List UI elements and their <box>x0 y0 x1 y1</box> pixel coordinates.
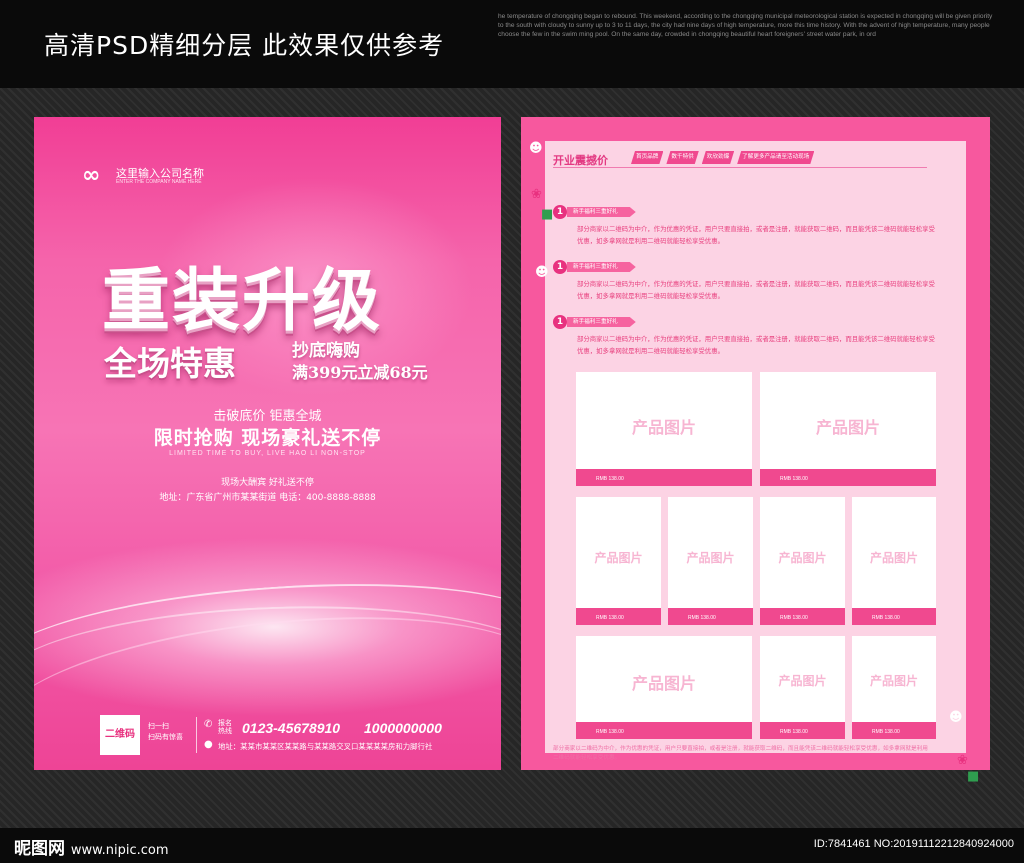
product-image-label: 产品图片 <box>869 674 918 688</box>
scan-line-2: 扫码有惊喜 <box>148 733 183 741</box>
subheadline: 全场特惠 <box>104 344 236 383</box>
qr-code: 二维码 <box>100 715 140 755</box>
product-card: 产品图片 RMB 138.00 <box>852 636 936 739</box>
product-card: 产品图片 RMB 138.00 <box>576 636 752 739</box>
product-price-bar: RMB 138.00 <box>760 722 845 739</box>
gift-icon: ❀ <box>957 753 968 768</box>
right-poster: 开业震撼价 首页品牌 数千特供 欢欣劲爆 了解更多产品请至活动现场 1 新手福利… <box>521 117 990 784</box>
product-price-bar: RMB 138.00 <box>760 469 936 486</box>
tagline-2: 限时抢购 现场豪礼送不停 <box>153 427 382 449</box>
tagline-4: 现场大酬宾 好礼送不停 <box>221 478 314 488</box>
product-image-label: 产品图片 <box>815 418 880 437</box>
logo-text: 昵图网 <box>14 839 65 859</box>
panel-footer-text: 部分商家以二维码为中介，作为优惠的凭证，用户只要直接拍，或者是注册，就能获取二维… <box>553 746 928 761</box>
hotline-label-1: 报名 <box>218 719 232 727</box>
product-price: RMB 138.00 <box>596 615 624 621</box>
product-image-label: 产品图片 <box>594 551 643 565</box>
item-text: 部分商家以二维码为中介，作为优惠的凭证，用户只要直接拍，或者是注册，就能获取二维… <box>577 225 935 245</box>
gift-icon: ■ <box>967 769 980 784</box>
product-price-bar: RMB 138.00 <box>576 722 752 739</box>
product-image-label: 产品图片 <box>631 418 696 437</box>
scan-text: 扫一扫 扫码有惊喜 <box>148 721 183 743</box>
product-image-label: 产品图片 <box>686 551 735 565</box>
poster-footer: 二维码 扫一扫 扫码有惊喜 ✆ 报名 热线 0123-45678910 1000… <box>100 715 480 761</box>
top-bar: 高清PSD精细分层 此效果仅供参考 he temperature of chon… <box>0 0 1024 88</box>
title-divider <box>553 167 927 168</box>
site-logo: 昵图网 www.nipic.com <box>14 834 169 859</box>
product-price: RMB 138.00 <box>596 476 624 482</box>
benefit-item: 1 新手福利三重好礼 部分商家以二维码为中介，作为优惠的凭证，用户只要直接拍，或… <box>553 315 935 359</box>
product-price: RMB 138.00 <box>596 729 624 735</box>
section-title: 开业震撼价 <box>553 154 608 167</box>
product-price-bar: RMB 138.00 <box>576 469 752 486</box>
footer-divider <box>196 717 197 753</box>
item-number: 1 <box>553 205 567 219</box>
benefit-item: 1 新手福利三重好礼 部分商家以二维码为中介，作为优惠的凭证，用户只要直接拍，或… <box>553 205 935 249</box>
product-price-bar: RMB 138.00 <box>760 608 845 625</box>
promo-line-2: 满399元立减68元 <box>292 363 428 382</box>
gift-icon: ❀ <box>531 187 542 202</box>
product-image-label: 产品图片 <box>869 551 918 565</box>
product-card: 产品图片 RMB 138.00 <box>576 372 752 486</box>
tagline-3: LIMITED TIME TO BUY, LIVE HAO LI NON-STO… <box>169 450 366 457</box>
product-image-label: 产品图片 <box>631 674 696 693</box>
product-price-bar: RMB 138.00 <box>852 722 936 739</box>
header-english-text: he temperature of chongqing began to reb… <box>498 13 993 38</box>
promo-line-1: 抄底嗨购 <box>292 341 360 361</box>
hotline-label: 报名 热线 <box>218 719 232 735</box>
hotline-label-2: 热线 <box>218 727 232 735</box>
image-id: ID:7841461 NO:20191112212840924000 <box>813 838 1014 850</box>
product-card: 产品图片 RMB 138.00 <box>760 636 845 739</box>
bottom-bar: 昵图网 www.nipic.com ID:7841461 NO:20191112… <box>0 828 1024 863</box>
section-tab: 了解更多产品请至活动现场 <box>737 151 814 164</box>
phone-icon: ✆ <box>204 719 213 730</box>
scan-line-1: 扫一扫 <box>148 722 169 730</box>
item-number: 1 <box>553 260 567 274</box>
balloon-icon: ☻ <box>535 265 549 280</box>
item-text: 部分商家以二维码为中介，作为优惠的凭证，用户只要直接拍，或者是注册，就能获取二维… <box>577 280 935 300</box>
item-tag: 新手福利三重好礼 <box>567 262 636 272</box>
footer-address: 地址：某某市某某区某某路与某某路交叉口某某某某房和力脚行社 <box>218 742 433 751</box>
item-number: 1 <box>553 315 567 329</box>
location-icon: ● <box>204 739 213 750</box>
item-tag: 新手福利三重好礼 <box>567 317 636 327</box>
item-tag: 新手福利三重好礼 <box>567 207 636 217</box>
product-card: 产品图片 RMB 138.00 <box>760 372 936 486</box>
product-card: 产品图片 RMB 138.00 <box>576 497 661 625</box>
product-price: RMB 138.00 <box>780 615 808 621</box>
product-price-bar: RMB 138.00 <box>852 608 936 625</box>
tagline-1: 击破底价 钜惠全城 <box>213 409 322 424</box>
logo-url: www.nipic.com <box>70 843 169 858</box>
header-title: 高清PSD精细分层 此效果仅供参考 <box>44 31 445 60</box>
product-price: RMB 138.00 <box>872 729 900 735</box>
balloon-icon: ☻ <box>529 141 543 156</box>
item-text: 部分商家以二维码为中介，作为优惠的凭证，用户只要直接拍，或者是注册，就能获取二维… <box>577 335 935 355</box>
section-tabs: 首页品牌 数千特供 欢欣劲爆 了解更多产品请至活动现场 <box>631 151 817 164</box>
product-card: 产品图片 RMB 138.00 <box>760 497 845 625</box>
product-price: RMB 138.00 <box>780 729 808 735</box>
gift-icon: ■ <box>541 207 554 222</box>
product-price-bar: RMB 138.00 <box>576 608 661 625</box>
phone-number-2: 1000000000 <box>364 720 442 736</box>
brand-subtitle: ENTER THE COMPANY NAME HERE <box>116 179 202 185</box>
benefit-item: 1 新手福利三重好礼 部分商家以二维码为中介，作为优惠的凭证，用户只要直接拍，或… <box>553 260 935 304</box>
product-price: RMB 138.00 <box>780 476 808 482</box>
product-image-label: 产品图片 <box>778 551 827 565</box>
brand-logo-icon: ∞ <box>82 163 101 188</box>
section-tab: 数千特供 <box>666 151 698 164</box>
section-tab: 欢欣劲爆 <box>702 151 734 164</box>
product-card: 产品图片 RMB 138.00 <box>668 497 753 625</box>
section-tab: 首页品牌 <box>631 151 663 164</box>
product-price-bar: RMB 138.00 <box>668 608 753 625</box>
headline: 重装升级 <box>102 261 383 341</box>
product-image-label: 产品图片 <box>778 674 827 688</box>
product-price: RMB 138.00 <box>688 615 716 621</box>
product-price: RMB 138.00 <box>872 615 900 621</box>
left-poster: ∞ 这里输入公司名称 ENTER THE COMPANY NAME HERE 重… <box>34 117 501 770</box>
address-line: 地址：广东省广州市某某街道 电话：400-8888-8888 <box>159 493 376 503</box>
promo-text: 抄底嗨购 满399元立减68元 <box>292 341 428 383</box>
phone-number: 0123-45678910 <box>242 720 341 736</box>
product-card: 产品图片 RMB 138.00 <box>852 497 936 625</box>
balloon-icon: ☻ <box>949 710 963 725</box>
